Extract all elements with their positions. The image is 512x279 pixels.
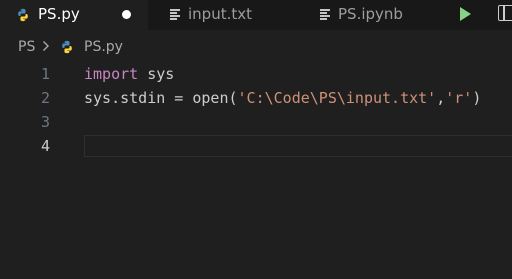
code-text[interactable]: sys.stdin = open('C:\Code\PS\input.txt',… — [84, 86, 481, 110]
keyword-import: import — [84, 65, 139, 83]
line-number: 2 — [40, 89, 50, 107]
code-line-current[interactable]: 4 — [0, 134, 512, 158]
tab-ps-py[interactable]: PS.py — [0, 0, 148, 30]
attribute-stdin: stdin — [120, 89, 166, 107]
unsaved-dot-icon[interactable] — [122, 10, 131, 19]
string-mode: 'r' — [445, 89, 473, 107]
comma: , — [436, 89, 446, 107]
chevron-right-icon — [42, 39, 50, 57]
breadcrumb-folder[interactable]: PS — [18, 39, 35, 55]
line-number: 4 — [40, 137, 50, 155]
code-line[interactable]: 1 import sys — [0, 62, 512, 86]
breadcrumb: PS PS.py — [0, 36, 512, 58]
text-lines-icon — [320, 9, 330, 20]
code-text[interactable]: import sys — [84, 62, 174, 86]
paren: ( — [228, 89, 238, 107]
assign-operator: = — [165, 89, 193, 107]
run-icon[interactable] — [460, 7, 471, 21]
paren: ) — [472, 89, 482, 107]
dot: . — [111, 89, 121, 107]
module-sys: sys — [147, 65, 175, 83]
code-line[interactable]: 3 — [0, 110, 512, 134]
line-number: 3 — [40, 113, 50, 131]
tab-label: PS.ipynb — [338, 5, 403, 23]
text-lines-icon — [170, 9, 180, 20]
string-path: 'C:\Code\PS\input.txt' — [237, 89, 437, 107]
tab-bar: PS.py input.txt PS.ipynb — [0, 0, 512, 30]
code-line[interactable]: 2 sys.stdin = open('C:\Code\PS\input.txt… — [0, 86, 512, 110]
tab-ps-ipynb[interactable]: PS.ipynb — [298, 0, 444, 30]
split-editor-icon[interactable] — [498, 5, 512, 21]
breadcrumb-file[interactable]: PS.py — [84, 39, 123, 55]
line-number: 1 — [40, 65, 50, 83]
tab-input-txt[interactable]: input.txt — [148, 0, 298, 30]
function-open: open — [192, 89, 229, 107]
python-icon — [16, 8, 30, 26]
identifier-sys: sys — [84, 89, 112, 107]
tab-label: input.txt — [188, 5, 252, 23]
tab-label: PS.py — [38, 5, 80, 23]
python-icon — [60, 40, 74, 58]
